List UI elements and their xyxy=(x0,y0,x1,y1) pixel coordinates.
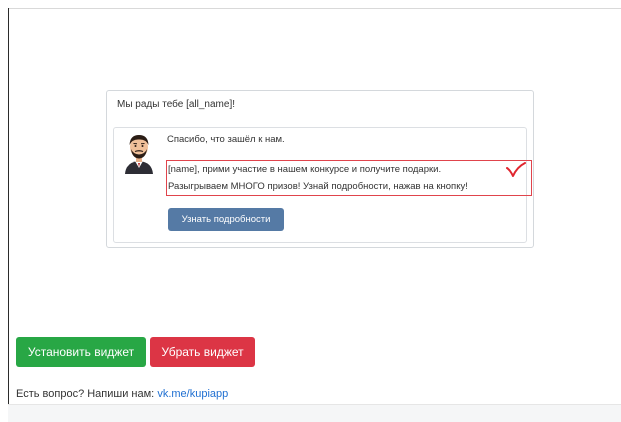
widget-preview-card: Мы рады тебе [all_name]! Спасибо, что за… xyxy=(106,90,534,248)
avatar-icon xyxy=(125,135,153,174)
frame-top-border xyxy=(8,8,621,9)
details-button[interactable]: Узнать подробности xyxy=(168,208,284,231)
promo-text-line-2: Разыгрываем МНОГО призов! Узнай подробно… xyxy=(168,181,468,192)
thanks-text: Спасибо, что зашёл к нам. xyxy=(167,134,285,145)
bottom-bar xyxy=(8,404,621,422)
message-block: Спасибо, что зашёл к нам. [name], прими … xyxy=(113,127,532,243)
check-mark-icon xyxy=(506,162,526,177)
install-widget-button[interactable]: Установить виджет xyxy=(16,337,146,367)
frame-left-border xyxy=(8,8,9,404)
contact-link[interactable]: vk.me/kupiapp xyxy=(157,388,228,400)
question-text: Есть вопрос? Напиши нам: xyxy=(16,388,158,400)
remove-widget-button[interactable]: Убрать виджет xyxy=(150,337,255,367)
greeting-text: Мы рады тебе [all_name]! xyxy=(117,99,236,110)
promo-text-line-1: [name], прими участие в нашем конкурсе и… xyxy=(168,164,442,175)
contact-question: Есть вопрос? Напиши нам: vk.me/kupiapp xyxy=(16,388,228,400)
